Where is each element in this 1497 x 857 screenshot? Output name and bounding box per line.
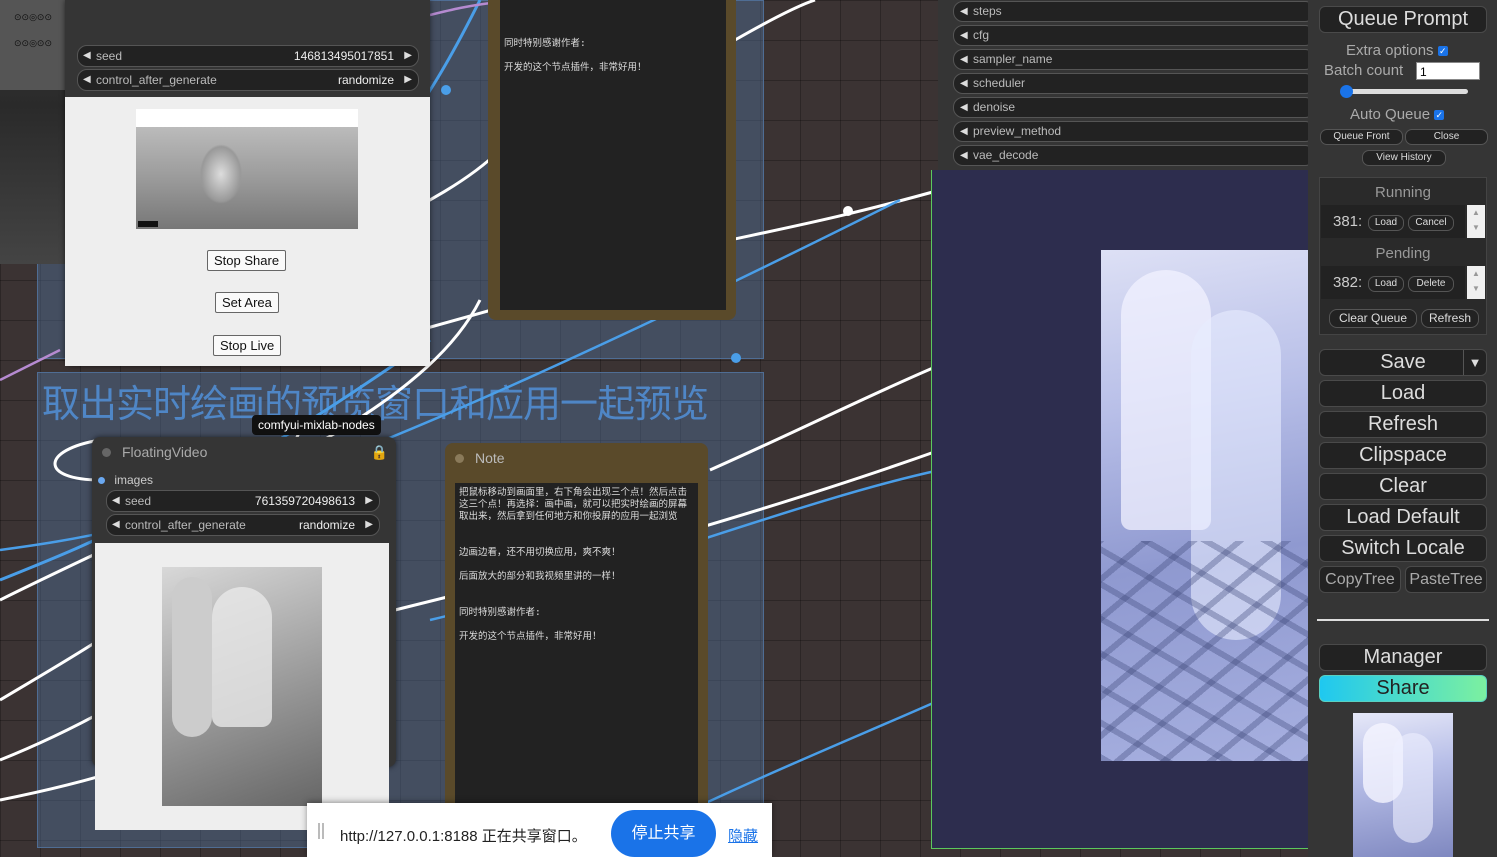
- save-dropdown-arrow-icon[interactable]: ▼: [1463, 350, 1486, 375]
- images-input-slot[interactable]: images: [98, 473, 153, 487]
- clear-queue-button[interactable]: Clear Queue: [1329, 309, 1417, 328]
- auto-queue-checkbox[interactable]: ✓: [1434, 110, 1445, 120]
- clear-button[interactable]: Clear: [1319, 473, 1487, 500]
- close-button[interactable]: Close: [1405, 129, 1488, 145]
- share-message: http://127.0.0.1:8188 正在共享窗口。: [340, 828, 587, 845]
- decrement-arrow-icon[interactable]: ◀: [83, 70, 91, 90]
- decrement-arrow-icon[interactable]: ◀: [112, 515, 120, 535]
- cfg-widget[interactable]: ◀ cfg: [953, 25, 1315, 46]
- node-title-bar[interactable]: FloatingVideo 🔒: [92, 437, 396, 467]
- set-area-button[interactable]: Set Area: [215, 292, 279, 313]
- running-cancel-button[interactable]: Cancel: [1408, 215, 1454, 231]
- decrement-arrow-icon[interactable]: ◀: [960, 122, 968, 141]
- collapse-dot-icon[interactable]: [455, 454, 464, 463]
- queue-status-box: Running 381: Load Cancel ▲ ▼ Pending 382:…: [1319, 177, 1487, 335]
- refresh-button[interactable]: Refresh: [1319, 411, 1487, 438]
- scroll-down-icon[interactable]: ▼: [1472, 223, 1480, 232]
- decrement-arrow-icon[interactable]: ◀: [112, 491, 120, 511]
- running-load-button[interactable]: Load: [1368, 215, 1404, 231]
- menu-divider: [1317, 619, 1489, 621]
- pending-item: 382: Load Delete: [1321, 266, 1465, 299]
- increment-arrow-icon[interactable]: ▶: [404, 46, 412, 66]
- preview-pane[interactable]: [931, 170, 1309, 849]
- batch-count-slider[interactable]: [1340, 85, 1468, 98]
- vae-decode-widget[interactable]: ◀ vae_decode: [953, 145, 1315, 166]
- batch-count-input[interactable]: 1: [1416, 62, 1480, 80]
- extra-options-row: Extra options ✓: [1346, 42, 1448, 59]
- note-text[interactable]: 把鼠标移动到画面里，右下角会出现三个点！然后点击这三个点！再选择：画中画，就可以…: [455, 483, 698, 853]
- scroll-up-icon[interactable]: ▲: [1472, 208, 1480, 217]
- note-title: Note: [475, 450, 505, 466]
- manager-button[interactable]: Manager: [1319, 644, 1487, 671]
- pending-delete-button[interactable]: Delete: [1408, 276, 1454, 292]
- note-node[interactable]: Note 把鼠标移动到画面里，右下角会出现三个点！然后点击这三个点！再选择：画中…: [445, 443, 708, 857]
- side-menu: Queue Prompt Extra options ✓ Batch count…: [1308, 0, 1497, 857]
- decrement-arrow-icon[interactable]: ◀: [960, 98, 968, 117]
- batch-count-label: Batch count: [1324, 62, 1404, 79]
- increment-arrow-icon[interactable]: ▶: [404, 70, 412, 90]
- note-node-top[interactable]: 同时特别感谢作者: 开发的这个节点插件，非常好用！: [488, 0, 736, 320]
- seed-widget[interactable]: ◀ seed 761359720498613 ▶: [106, 490, 380, 512]
- node-pack-tooltip: comfyui-mixlab-nodes: [252, 415, 381, 435]
- switch-locale-button[interactable]: Switch Locale: [1319, 535, 1487, 562]
- save-button[interactable]: Save ▼: [1319, 349, 1487, 376]
- refresh-queue-button[interactable]: Refresh: [1421, 309, 1479, 328]
- stop-live-button[interactable]: Stop Live: [213, 335, 282, 356]
- scheduler-widget[interactable]: ◀ scheduler: [953, 73, 1315, 94]
- input-dot-icon: [98, 477, 105, 484]
- collapse-dot-icon[interactable]: [102, 448, 111, 457]
- slider-thumb[interactable]: [1340, 85, 1353, 98]
- decrement-arrow-icon[interactable]: ◀: [960, 146, 968, 165]
- increment-arrow-icon[interactable]: ▶: [365, 515, 373, 535]
- stop-sharing-button[interactable]: 停止共享: [611, 810, 716, 857]
- latest-output-thumbnail[interactable]: [1353, 713, 1453, 857]
- scroll-down-icon[interactable]: ▼: [1472, 284, 1480, 293]
- running-title: Running: [1375, 184, 1431, 201]
- copy-tree-button[interactable]: CopyTree: [1319, 566, 1401, 593]
- live-share-node[interactable]: ◀ seed 146813495017851 ▶ ◀ control_after…: [65, 0, 430, 366]
- load-default-button[interactable]: Load Default: [1319, 504, 1487, 531]
- queue-prompt-button[interactable]: Queue Prompt: [1319, 6, 1487, 33]
- decrement-arrow-icon[interactable]: ◀: [960, 26, 968, 45]
- extra-options-checkbox[interactable]: ✓: [1437, 46, 1448, 56]
- share-button[interactable]: Share: [1319, 675, 1487, 702]
- note-text-top[interactable]: 同时特别感谢作者: 开发的这个节点插件，非常好用！: [500, 0, 726, 310]
- stop-share-button[interactable]: Stop Share: [207, 250, 287, 271]
- view-history-button[interactable]: View History: [1362, 150, 1446, 166]
- running-scrollbar[interactable]: ▲ ▼: [1467, 205, 1485, 238]
- live-preview-panel: Stop Share Set Area Stop Live: [65, 97, 430, 366]
- generated-image: [1101, 250, 1309, 761]
- clipspace-button[interactable]: Clipspace: [1319, 442, 1487, 469]
- floating-video-preview-panel: [95, 543, 389, 830]
- pending-load-button[interactable]: Load: [1368, 276, 1404, 292]
- paste-tree-button[interactable]: PasteTree: [1405, 566, 1487, 593]
- decrement-arrow-icon[interactable]: ◀: [83, 46, 91, 66]
- scroll-up-icon[interactable]: ▲: [1472, 269, 1480, 278]
- decrement-arrow-icon[interactable]: ◀: [960, 2, 968, 21]
- pending-title: Pending: [1375, 245, 1431, 262]
- auto-queue-row: Auto Queue ✓: [1350, 106, 1445, 123]
- seed-widget[interactable]: ◀ seed 146813495017851 ▶: [77, 45, 419, 67]
- sampler-name-widget[interactable]: ◀ sampler_name: [953, 49, 1315, 70]
- steps-widget[interactable]: ◀ steps: [953, 1, 1315, 22]
- node-title: FloatingVideo: [122, 444, 208, 460]
- control-after-generate-widget[interactable]: ◀ control_after_generate randomize ▶: [77, 69, 419, 91]
- sketch-preview-image: [162, 567, 322, 806]
- pending-scrollbar[interactable]: ▲ ▼: [1467, 266, 1485, 299]
- drag-handle-icon[interactable]: [318, 823, 324, 839]
- note-title-bar[interactable]: Note: [445, 443, 708, 473]
- lock-icon[interactable]: 🔒: [371, 437, 388, 467]
- decrement-arrow-icon[interactable]: ◀: [960, 50, 968, 69]
- preview-method-widget[interactable]: ◀ preview_method: [953, 121, 1315, 142]
- queue-front-button[interactable]: Queue Front: [1320, 129, 1403, 145]
- load-button[interactable]: Load: [1319, 380, 1487, 407]
- hide-link[interactable]: 隐藏: [728, 825, 758, 846]
- denoise-widget[interactable]: ◀ denoise: [953, 97, 1315, 118]
- screen-share-bar: http://127.0.0.1:8188 正在共享窗口。 停止共享 隐藏: [307, 803, 772, 857]
- running-item: 381: Load Cancel: [1321, 205, 1465, 238]
- decrement-arrow-icon[interactable]: ◀: [960, 74, 968, 93]
- increment-arrow-icon[interactable]: ▶: [365, 491, 373, 511]
- control-after-generate-widget[interactable]: ◀ control_after_generate randomize ▶: [106, 514, 380, 536]
- shared-screen-thumbnail: [136, 109, 358, 229]
